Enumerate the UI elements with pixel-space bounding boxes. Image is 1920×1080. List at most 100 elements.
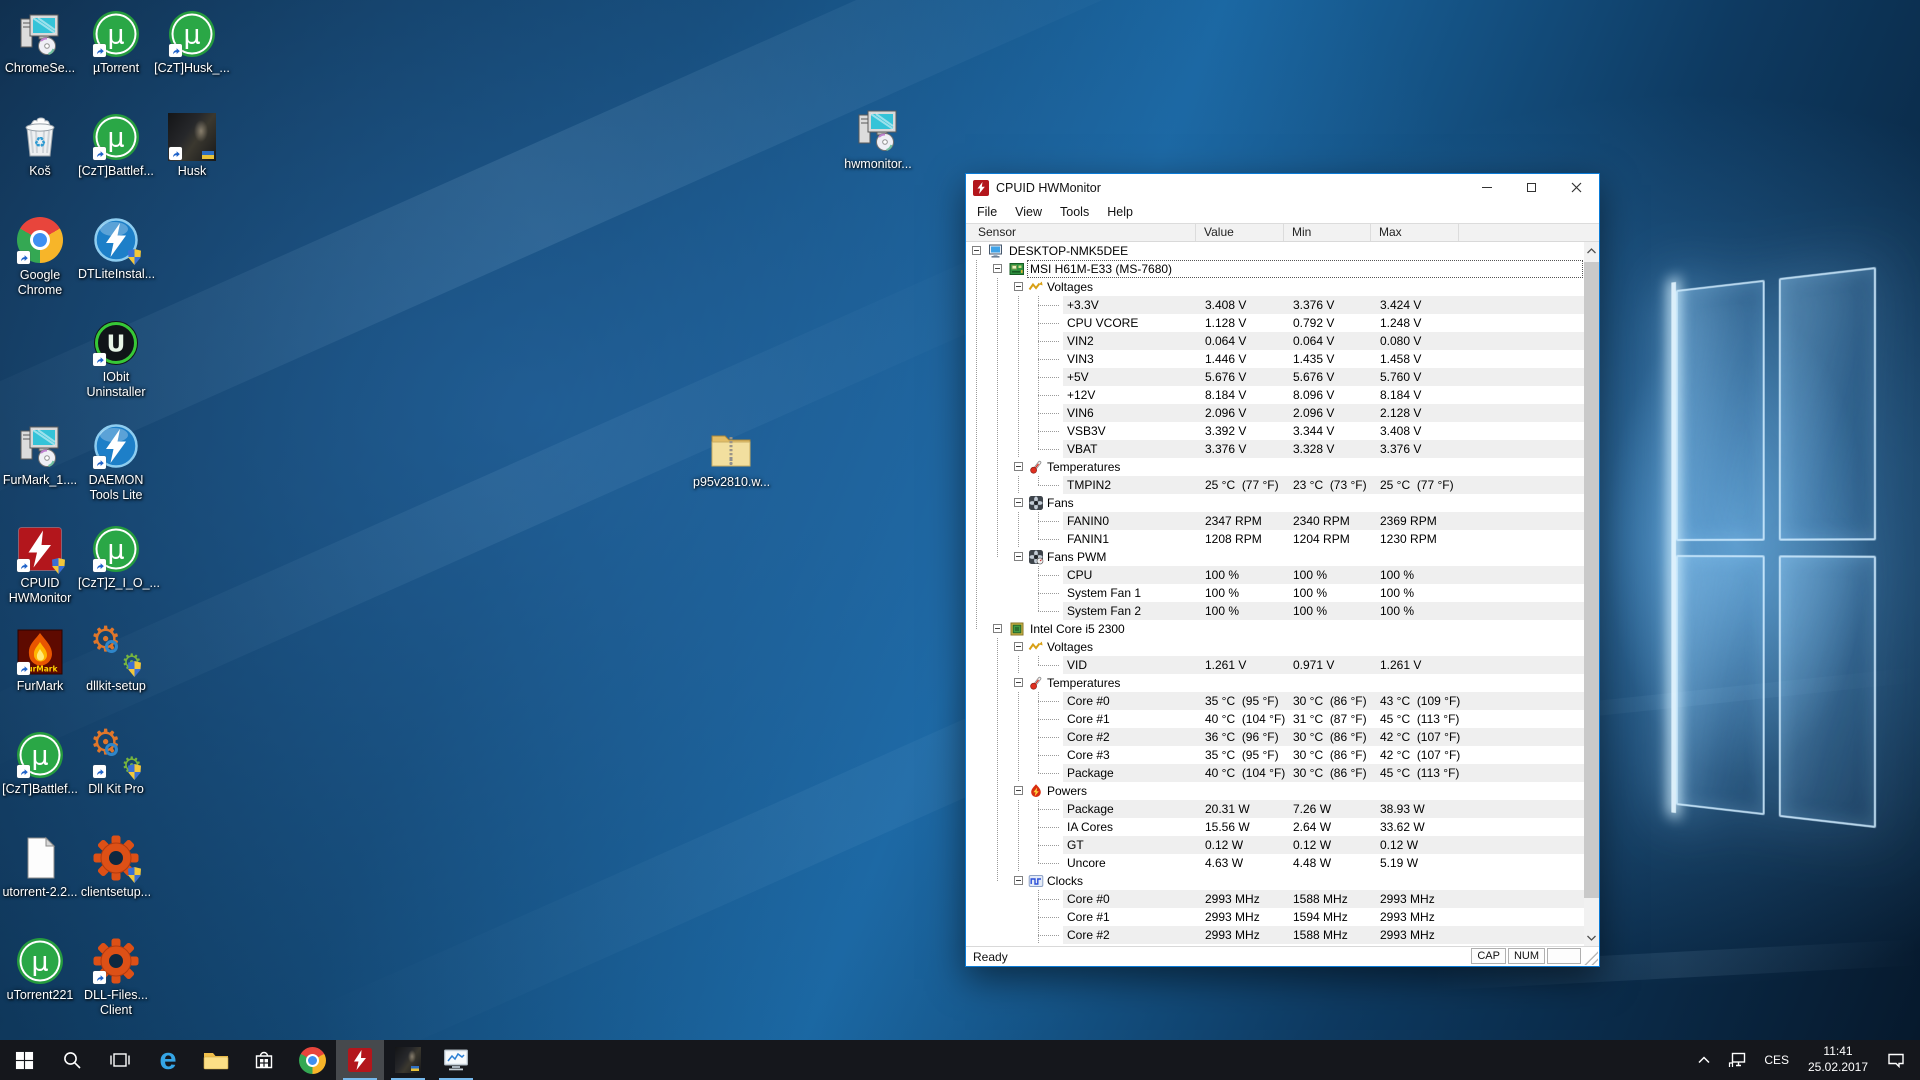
column-min[interactable]: Min <box>1284 224 1371 241</box>
desktop-icon[interactable]: µ [CzT]Battlef... <box>78 113 154 179</box>
sensor-row[interactable]: VIN62.096 V2.096 V2.128 V <box>966 404 1584 422</box>
sensor-row[interactable]: Voltages <box>966 638 1584 656</box>
expand-box[interactable] <box>972 246 981 255</box>
sensor-row[interactable]: DESKTOP-NMK5DEE <box>966 242 1584 260</box>
desktop-icon[interactable]: Husk <box>154 113 230 179</box>
desktop-icon[interactable]: µ uTorrent221 <box>2 937 78 1003</box>
sensor-row[interactable]: Fans <box>966 494 1584 512</box>
sensor-row[interactable]: Intel Core i5 2300 <box>966 620 1584 638</box>
sensor-row[interactable]: +3.3V3.408 V3.376 V3.424 V <box>966 296 1584 314</box>
desktop-icon[interactable]: µ [CzT]Z_I_O_... <box>78 525 154 591</box>
desktop-icon[interactable]: DTLiteInstal... <box>78 216 154 282</box>
tray-network-button[interactable] <box>1719 1040 1755 1080</box>
scrollbar-thumb[interactable] <box>1584 262 1599 898</box>
sensor-row[interactable]: Uncore4.63 W4.48 W5.19 W <box>966 854 1584 872</box>
sensor-row[interactable]: GT0.12 W0.12 W0.12 W <box>966 836 1584 854</box>
sensor-row[interactable]: Temperatures <box>966 458 1584 476</box>
expand-box[interactable] <box>1014 678 1023 687</box>
desktop-icon[interactable]: DAEMON Tools Lite <box>78 422 154 503</box>
sensor-row[interactable]: CPU VCORE1.128 V0.792 V1.248 V <box>966 314 1584 332</box>
scroll-up-button[interactable] <box>1584 242 1599 259</box>
sensor-row[interactable]: VIN31.446 V1.435 V1.458 V <box>966 350 1584 368</box>
menu-help[interactable]: Help <box>1098 205 1142 219</box>
taskbar-explorer-button[interactable] <box>192 1040 240 1080</box>
desktop-icon[interactable]: clientsetup... <box>78 834 154 900</box>
sensor-row[interactable]: Core #236 °C (96 °F)30 °C (86 °F)42 °C (… <box>966 728 1584 746</box>
sensor-row[interactable]: Core #02993 MHz1588 MHz2993 MHz <box>966 890 1584 908</box>
tray-clock[interactable]: 11:41 25.02.2017 <box>1798 1040 1878 1080</box>
sensor-row[interactable]: Voltages <box>966 278 1584 296</box>
menu-file[interactable]: File <box>968 205 1006 219</box>
sensor-row[interactable]: Core #22993 MHz1588 MHz2993 MHz <box>966 926 1584 944</box>
task-view-button[interactable] <box>96 1040 144 1080</box>
menu-view[interactable]: View <box>1006 205 1051 219</box>
sensor-row[interactable]: Package20.31 W7.26 W38.93 W <box>966 800 1584 818</box>
sensor-row[interactable]: Core #12993 MHz1594 MHz2993 MHz <box>966 908 1584 926</box>
desktop-icon[interactable]: ⚙⚙ dllkit-setup <box>78 628 154 694</box>
taskbar-sysmon-button[interactable] <box>432 1040 480 1080</box>
desktop-icon[interactable]: hwmonitor... <box>840 106 916 172</box>
desktop-icon[interactable]: FurMark FurMark <box>2 628 78 694</box>
sensor-row[interactable]: IA Cores15.56 W2.64 W33.62 W <box>966 818 1584 836</box>
expand-box[interactable] <box>993 624 1002 633</box>
desktop-icon[interactable]: utorrent-2.2... <box>2 834 78 900</box>
sensor-row[interactable]: VBAT3.376 V3.328 V3.376 V <box>966 440 1584 458</box>
sensor-row[interactable]: Temperatures <box>966 674 1584 692</box>
expand-box[interactable] <box>1014 282 1023 291</box>
sensor-row[interactable]: Core #035 °C (95 °F)30 °C (86 °F)43 °C (… <box>966 692 1584 710</box>
sensor-row[interactable]: CPU100 %100 %100 % <box>966 566 1584 584</box>
desktop-icon[interactable]: DLL-Files... Client <box>78 937 154 1018</box>
vertical-scrollbar[interactable] <box>1584 242 1599 946</box>
expand-box[interactable] <box>1014 462 1023 471</box>
column-sensor[interactable]: Sensor <box>966 224 1196 241</box>
desktop-icon[interactable]: µ µTorrent <box>78 10 154 76</box>
tray-expand-button[interactable] <box>1689 1040 1719 1080</box>
taskbar-search-button[interactable] <box>48 1040 96 1080</box>
sensor-row[interactable]: Powers <box>966 782 1584 800</box>
sensor-row[interactable]: Clocks <box>966 872 1584 890</box>
sensor-row[interactable]: Package40 °C (104 °F)30 °C (86 °F)45 °C … <box>966 764 1584 782</box>
desktop-icon[interactable]: Google Chrome <box>2 216 78 298</box>
desktop-icon[interactable]: FurMark_1.... <box>2 422 78 488</box>
scroll-down-button[interactable] <box>1584 929 1599 946</box>
taskbar-husk-button[interactable] <box>384 1040 432 1080</box>
start-button[interactable] <box>0 1040 48 1080</box>
column-value[interactable]: Value <box>1196 224 1284 241</box>
desktop-icon[interactable]: CPUID HWMonitor <box>2 525 78 606</box>
sensor-row[interactable]: VIN20.064 V0.064 V0.080 V <box>966 332 1584 350</box>
minimize-button[interactable] <box>1464 174 1509 201</box>
sensor-row[interactable]: VID1.261 V0.971 V1.261 V <box>966 656 1584 674</box>
desktop-icon[interactable]: ChromeSe... <box>2 10 78 76</box>
desktop-icon[interactable]: ♻ Koš <box>2 113 78 179</box>
sensor-row[interactable]: FANIN02347 RPM2340 RPM2369 RPM <box>966 512 1584 530</box>
menu-tools[interactable]: Tools <box>1051 205 1098 219</box>
expand-box[interactable] <box>1014 552 1023 561</box>
desktop-icon[interactable]: U IObit Uninstaller <box>78 319 154 400</box>
sensor-row[interactable]: Core #335 °C (95 °F)30 °C (86 °F)42 °C (… <box>966 746 1584 764</box>
resize-grip[interactable] <box>1584 951 1598 965</box>
sensor-row[interactable]: System Fan 2100 %100 %100 % <box>966 602 1584 620</box>
desktop-icon[interactable]: µ [CzT]Battlef... <box>2 731 78 797</box>
expand-box[interactable] <box>1014 876 1023 885</box>
taskbar-edge-button[interactable]: e <box>144 1040 192 1080</box>
maximize-button[interactable] <box>1509 174 1554 201</box>
sensor-row[interactable]: +12V8.184 V8.096 V8.184 V <box>966 386 1584 404</box>
expand-box[interactable] <box>993 264 1002 273</box>
expand-box[interactable] <box>1014 498 1023 507</box>
sensor-row[interactable]: Fans PWM <box>966 548 1584 566</box>
desktop-icon[interactable]: µ [CzT]Husk_... <box>154 10 230 76</box>
desktop-icon[interactable]: p95v2810.w... <box>693 424 769 490</box>
expand-box[interactable] <box>1014 786 1023 795</box>
column-max[interactable]: Max <box>1371 224 1459 241</box>
tray-language[interactable]: CES <box>1755 1040 1798 1080</box>
expand-box[interactable] <box>1014 642 1023 651</box>
sensor-row[interactable]: VSB3V3.392 V3.344 V3.408 V <box>966 422 1584 440</box>
sensor-row[interactable]: MSI H61M-E33 (MS-7680) <box>966 260 1584 278</box>
close-button[interactable] <box>1554 174 1599 201</box>
action-center-button[interactable] <box>1878 1040 1914 1080</box>
taskbar-chrome-button[interactable] <box>288 1040 336 1080</box>
title-bar[interactable]: CPUID HWMonitor <box>966 174 1599 201</box>
sensor-row[interactable]: +5V5.676 V5.676 V5.760 V <box>966 368 1584 386</box>
taskbar-hwmonitor-button[interactable] <box>336 1040 384 1080</box>
sensor-row[interactable]: TMPIN225 °C (77 °F)23 °C (73 °F)25 °C (7… <box>966 476 1584 494</box>
